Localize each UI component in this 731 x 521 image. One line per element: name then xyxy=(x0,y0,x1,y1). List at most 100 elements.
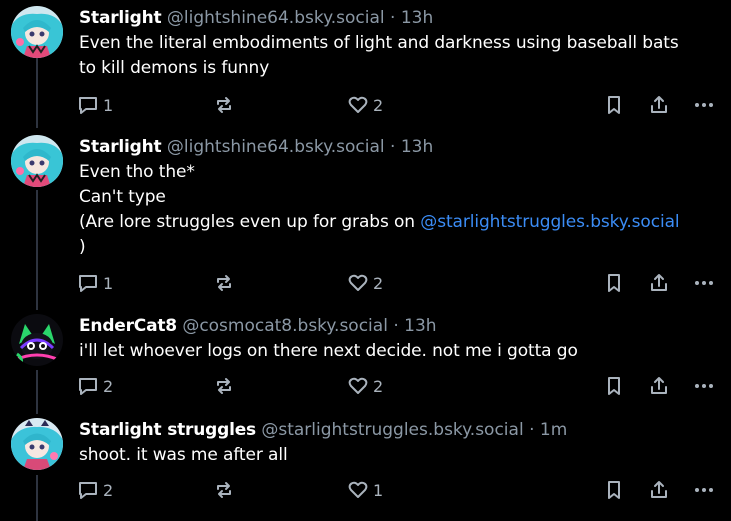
like-count: 2 xyxy=(373,376,384,396)
timestamp[interactable]: 13h xyxy=(401,8,433,28)
reply-count: 1 xyxy=(103,95,114,115)
timestamp[interactable]: 13h xyxy=(404,316,436,336)
post-header: Starlight @lightshine64.bsky.social · 13… xyxy=(79,135,721,159)
repost-button[interactable] xyxy=(213,271,235,295)
post-header: Starlight @lightshine64.bsky.social · 13… xyxy=(79,6,721,30)
repost-icon xyxy=(217,275,231,291)
speech-bubble-icon xyxy=(79,275,97,292)
more-button[interactable] xyxy=(693,271,715,295)
post[interactable]: Starlight struggles @starlightstruggles.… xyxy=(0,418,731,518)
post-text-line: shoot. it was me after all xyxy=(79,445,288,465)
post-text-line: to kill demons is funny xyxy=(79,58,270,78)
bookmark-icon xyxy=(608,481,620,499)
like-count: 2 xyxy=(373,95,384,115)
post[interactable]: Starlight @lightshine64.bsky.social · 13… xyxy=(0,6,731,126)
post-text-line: Even tho the* xyxy=(79,162,195,182)
bookmark-icon xyxy=(608,96,620,114)
author-handle[interactable]: @cosmocat8.bsky.social xyxy=(182,316,388,336)
share-button[interactable] xyxy=(648,374,670,398)
timestamp[interactable]: 13h xyxy=(401,137,433,157)
separator: · xyxy=(529,420,535,440)
post-header: Starlight struggles @starlightstruggles.… xyxy=(79,418,721,442)
like-button[interactable]: 2 xyxy=(347,271,383,295)
repost-button[interactable] xyxy=(213,374,235,398)
bookmark-button[interactable] xyxy=(603,478,625,502)
speech-bubble-icon xyxy=(79,97,97,114)
like-button[interactable]: 1 xyxy=(347,478,383,502)
mention-link[interactable]: @starlightstruggles.bsky.social xyxy=(420,212,679,232)
separator: · xyxy=(390,8,396,28)
more-icon xyxy=(695,103,713,107)
speech-bubble-icon xyxy=(79,378,97,395)
post[interactable]: Starlight @lightshine64.bsky.social · 13… xyxy=(0,135,731,305)
heart-icon xyxy=(348,481,368,498)
bookmark-button[interactable] xyxy=(603,93,625,117)
bookmark-button[interactable] xyxy=(603,374,625,398)
like-button[interactable]: 2 xyxy=(347,374,383,398)
post-text: i'll let whoever logs on there next deci… xyxy=(79,339,721,364)
more-icon xyxy=(695,384,713,388)
bookmark-button[interactable] xyxy=(603,271,625,295)
reply-count: 1 xyxy=(103,273,114,293)
timestamp[interactable]: 1m xyxy=(540,420,567,440)
reply-button[interactable]: 1 xyxy=(77,93,113,117)
separator: · xyxy=(393,316,399,336)
post-actions: 2 2 xyxy=(77,374,723,398)
author-handle[interactable]: @lightshine64.bsky.social xyxy=(167,8,385,28)
reply-button[interactable]: 1 xyxy=(77,271,113,295)
author-handle[interactable]: @starlightstruggles.bsky.social xyxy=(261,420,523,440)
heart-icon xyxy=(348,96,368,113)
heart-icon xyxy=(348,274,368,291)
avatar[interactable] xyxy=(11,314,63,366)
post-actions: 2 1 xyxy=(77,478,723,502)
share-button[interactable] xyxy=(648,271,670,295)
repost-button[interactable] xyxy=(213,93,235,117)
post-text-line: (Are lore struggles even up for grabs on… xyxy=(79,210,721,235)
post-actions: 1 2 xyxy=(77,271,723,295)
avatar[interactable] xyxy=(11,135,63,187)
avatar[interactable] xyxy=(11,6,63,58)
author-name[interactable]: Starlight xyxy=(79,137,162,157)
share-icon xyxy=(651,481,667,498)
author-name[interactable]: Starlight struggles xyxy=(79,420,256,440)
like-count: 1 xyxy=(373,480,384,500)
like-button[interactable]: 2 xyxy=(347,93,383,117)
post-text: shoot. it was me after all xyxy=(79,443,721,468)
reply-count: 2 xyxy=(103,480,114,500)
avatar[interactable] xyxy=(11,418,63,470)
post-text-line: i'll let whoever logs on there next deci… xyxy=(79,341,578,361)
post[interactable]: EnderCat8 @cosmocat8.bsky.social · 13h i… xyxy=(0,314,731,404)
share-button[interactable] xyxy=(648,478,670,502)
repost-button[interactable] xyxy=(213,478,235,502)
post-text-line: ) xyxy=(79,237,86,257)
share-icon xyxy=(651,274,667,291)
repost-icon xyxy=(217,378,231,394)
more-button[interactable] xyxy=(693,374,715,398)
share-icon xyxy=(651,377,667,394)
repost-icon xyxy=(217,482,231,498)
post-text-line: Even the literal embodiments of light an… xyxy=(79,33,679,53)
more-button[interactable] xyxy=(693,93,715,117)
author-handle[interactable]: @lightshine64.bsky.social xyxy=(167,137,385,157)
reply-count: 2 xyxy=(103,376,114,396)
post-actions: 1 2 xyxy=(77,93,723,117)
more-icon xyxy=(695,281,713,285)
share-button[interactable] xyxy=(648,93,670,117)
repost-icon xyxy=(217,97,231,113)
reply-button[interactable]: 2 xyxy=(77,374,113,398)
speech-bubble-icon xyxy=(79,482,97,499)
reply-button[interactable]: 2 xyxy=(77,478,113,502)
more-icon xyxy=(695,488,713,492)
separator: · xyxy=(390,137,396,157)
post-text-line: Can't type xyxy=(79,187,166,207)
author-name[interactable]: EnderCat8 xyxy=(79,316,177,336)
post-text: Even tho the* Can't type (Are lore strug… xyxy=(79,160,721,260)
share-icon xyxy=(651,96,667,113)
like-count: 2 xyxy=(373,273,384,293)
author-name[interactable]: Starlight xyxy=(79,8,162,28)
bookmark-icon xyxy=(608,377,620,395)
bookmark-icon xyxy=(608,274,620,292)
more-button[interactable] xyxy=(693,478,715,502)
heart-icon xyxy=(348,377,368,394)
post-text: Even the literal embodiments of light an… xyxy=(79,31,721,81)
